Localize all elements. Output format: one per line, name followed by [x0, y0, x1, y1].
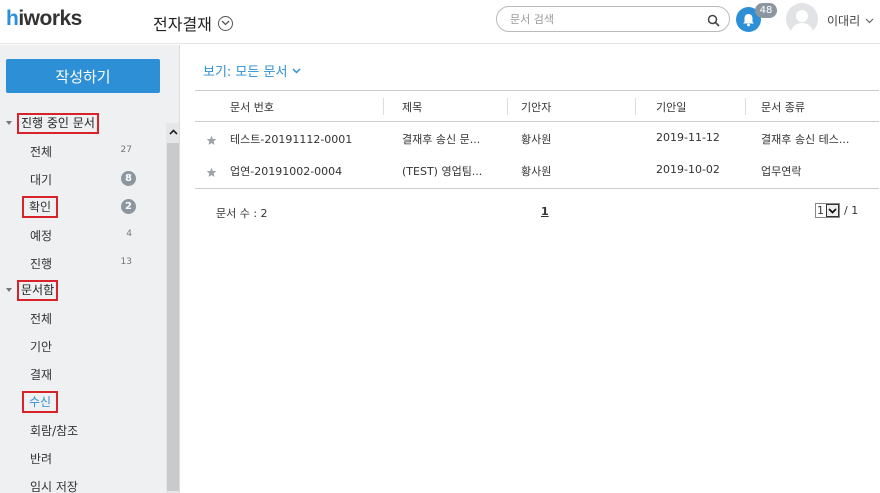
cell-drafter: 황사원 — [521, 165, 552, 178]
cell-doc-no: 테스트-20191112-0001 — [230, 133, 353, 146]
sidebar-item-received[interactable]: 수신 — [0, 391, 160, 413]
sidebar: 작성하기 진행 중인 문서 전체 27 대기 8 확인 2 예정 4 진행 13… — [0, 45, 180, 493]
user-menu[interactable]: 이대리 — [827, 12, 874, 29]
view-filter-label: 보기: 모든 문서 — [203, 65, 288, 80]
count-label: 13 — [120, 257, 132, 267]
sidebar-item-waiting[interactable]: 대기 8 — [0, 168, 160, 190]
table-row[interactable]: 업연-20191002-0004 (TEST) 영업팀... 황사원 2019-… — [195, 154, 879, 186]
chevron-down-icon — [826, 204, 839, 217]
sidebar-item-drafted[interactable]: 기안 — [0, 335, 160, 357]
total-pages: / 1 — [844, 204, 859, 217]
bell-icon — [743, 13, 754, 26]
table-row[interactable]: 테스트-20191112-0001 결재후 송신 문... 황사원 2019-1… — [195, 122, 879, 154]
table-bottom-border — [195, 188, 879, 189]
count-badge: 2 — [121, 199, 136, 214]
app-title: 전자결재 — [153, 15, 212, 34]
sidebar-item-box-all[interactable]: 전체 — [0, 307, 160, 329]
sidebar-item-confirm[interactable]: 확인 2 — [0, 196, 160, 218]
search-input[interactable] — [510, 11, 700, 27]
section-label: 진행 중인 문서 — [17, 112, 99, 134]
username: 이대리 — [827, 14, 861, 28]
column-header-drafter[interactable]: 기안자 — [521, 99, 551, 115]
section-in-progress[interactable]: 진행 중인 문서 — [0, 112, 99, 134]
view-filter-dropdown[interactable]: 보기: 모든 문서 — [203, 61, 301, 80]
section-document-box[interactable]: 문서함 — [0, 279, 59, 301]
cell-date: 2019-11-12 — [656, 131, 720, 144]
sidebar-item-scheduled[interactable]: 예정 4 — [0, 224, 160, 246]
cell-title[interactable]: (TEST) 영업팀... — [402, 163, 482, 179]
star-icon[interactable] — [206, 131, 217, 150]
search-icon[interactable] — [707, 12, 720, 31]
column-divider — [507, 98, 508, 115]
page-link-1[interactable]: 1 — [541, 205, 549, 218]
notification-count-badge: 48 — [755, 3, 777, 18]
sidebar-scrollbar[interactable] — [166, 123, 179, 493]
column-divider — [745, 98, 746, 115]
sidebar-item-approved[interactable]: 결재 — [0, 363, 160, 385]
cell-doc-no: 업연-20191002-0004 — [230, 165, 343, 178]
write-button[interactable]: 작성하기 — [6, 59, 160, 93]
scroll-thumb[interactable] — [167, 143, 179, 491]
column-divider — [383, 98, 384, 115]
chevron-down-icon — [292, 67, 301, 74]
collapse-triangle-icon — [6, 288, 12, 292]
app-title-dropdown[interactable]: 전자결재 — [153, 11, 233, 35]
main-content: 보기: 모든 문서 문서 번호 제목 기안자 기안일 문서 종류 테스트-201… — [181, 45, 880, 493]
sidebar-item-rejected[interactable]: 반려 — [0, 447, 160, 469]
column-header-doc-type[interactable]: 문서 종류 — [761, 99, 805, 115]
page-selector: 1 / 1 — [815, 203, 858, 218]
count-badge: 8 — [121, 171, 136, 186]
cell-doc-type: 업무연락 — [761, 165, 802, 178]
page-select[interactable]: 1 — [815, 203, 840, 218]
column-header-doc-no[interactable]: 문서 번호 — [230, 99, 274, 115]
avatar[interactable] — [786, 3, 818, 35]
scroll-up-arrow-icon[interactable] — [166, 123, 179, 141]
top-header: hiworks 전자결재 48 이대리 — [0, 0, 880, 44]
count-label: 4 — [126, 229, 132, 239]
star-icon[interactable] — [206, 163, 217, 182]
collapse-triangle-icon — [6, 121, 12, 125]
search-box — [496, 6, 730, 32]
sidebar-item-all-in-progress[interactable]: 전체 27 — [0, 140, 160, 162]
sidebar-item-proceeding[interactable]: 진행 13 — [0, 252, 160, 274]
cell-title[interactable]: 결재후 송신 문... — [402, 131, 480, 147]
cell-drafter: 황사원 — [521, 133, 552, 146]
document-count: 문서 수 : 2 — [216, 207, 268, 220]
sidebar-item-drafts[interactable]: 임시 저장 — [0, 475, 160, 493]
section-label: 문서함 — [17, 279, 59, 301]
document-table: 문서 번호 제목 기안자 기안일 문서 종류 테스트-20191112-0001… — [195, 90, 879, 189]
hiworks-logo[interactable]: hiworks — [6, 7, 82, 31]
chevron-down-icon — [865, 18, 874, 23]
count-label: 27 — [120, 145, 132, 155]
column-header-date[interactable]: 기안일 — [656, 99, 686, 115]
sidebar-item-circulation[interactable]: 회람/참조 — [0, 419, 160, 441]
cell-date: 2019-10-02 — [656, 163, 720, 176]
column-divider — [635, 98, 636, 115]
column-header-title[interactable]: 제목 — [402, 99, 422, 115]
table-footer: 문서 수 : 2 1 1 / 1 — [195, 203, 879, 223]
cell-doc-type: 결재후 송신 테스... — [761, 133, 850, 146]
table-header: 문서 번호 제목 기안자 기안일 문서 종류 — [195, 90, 879, 122]
chevron-down-icon — [217, 15, 233, 31]
